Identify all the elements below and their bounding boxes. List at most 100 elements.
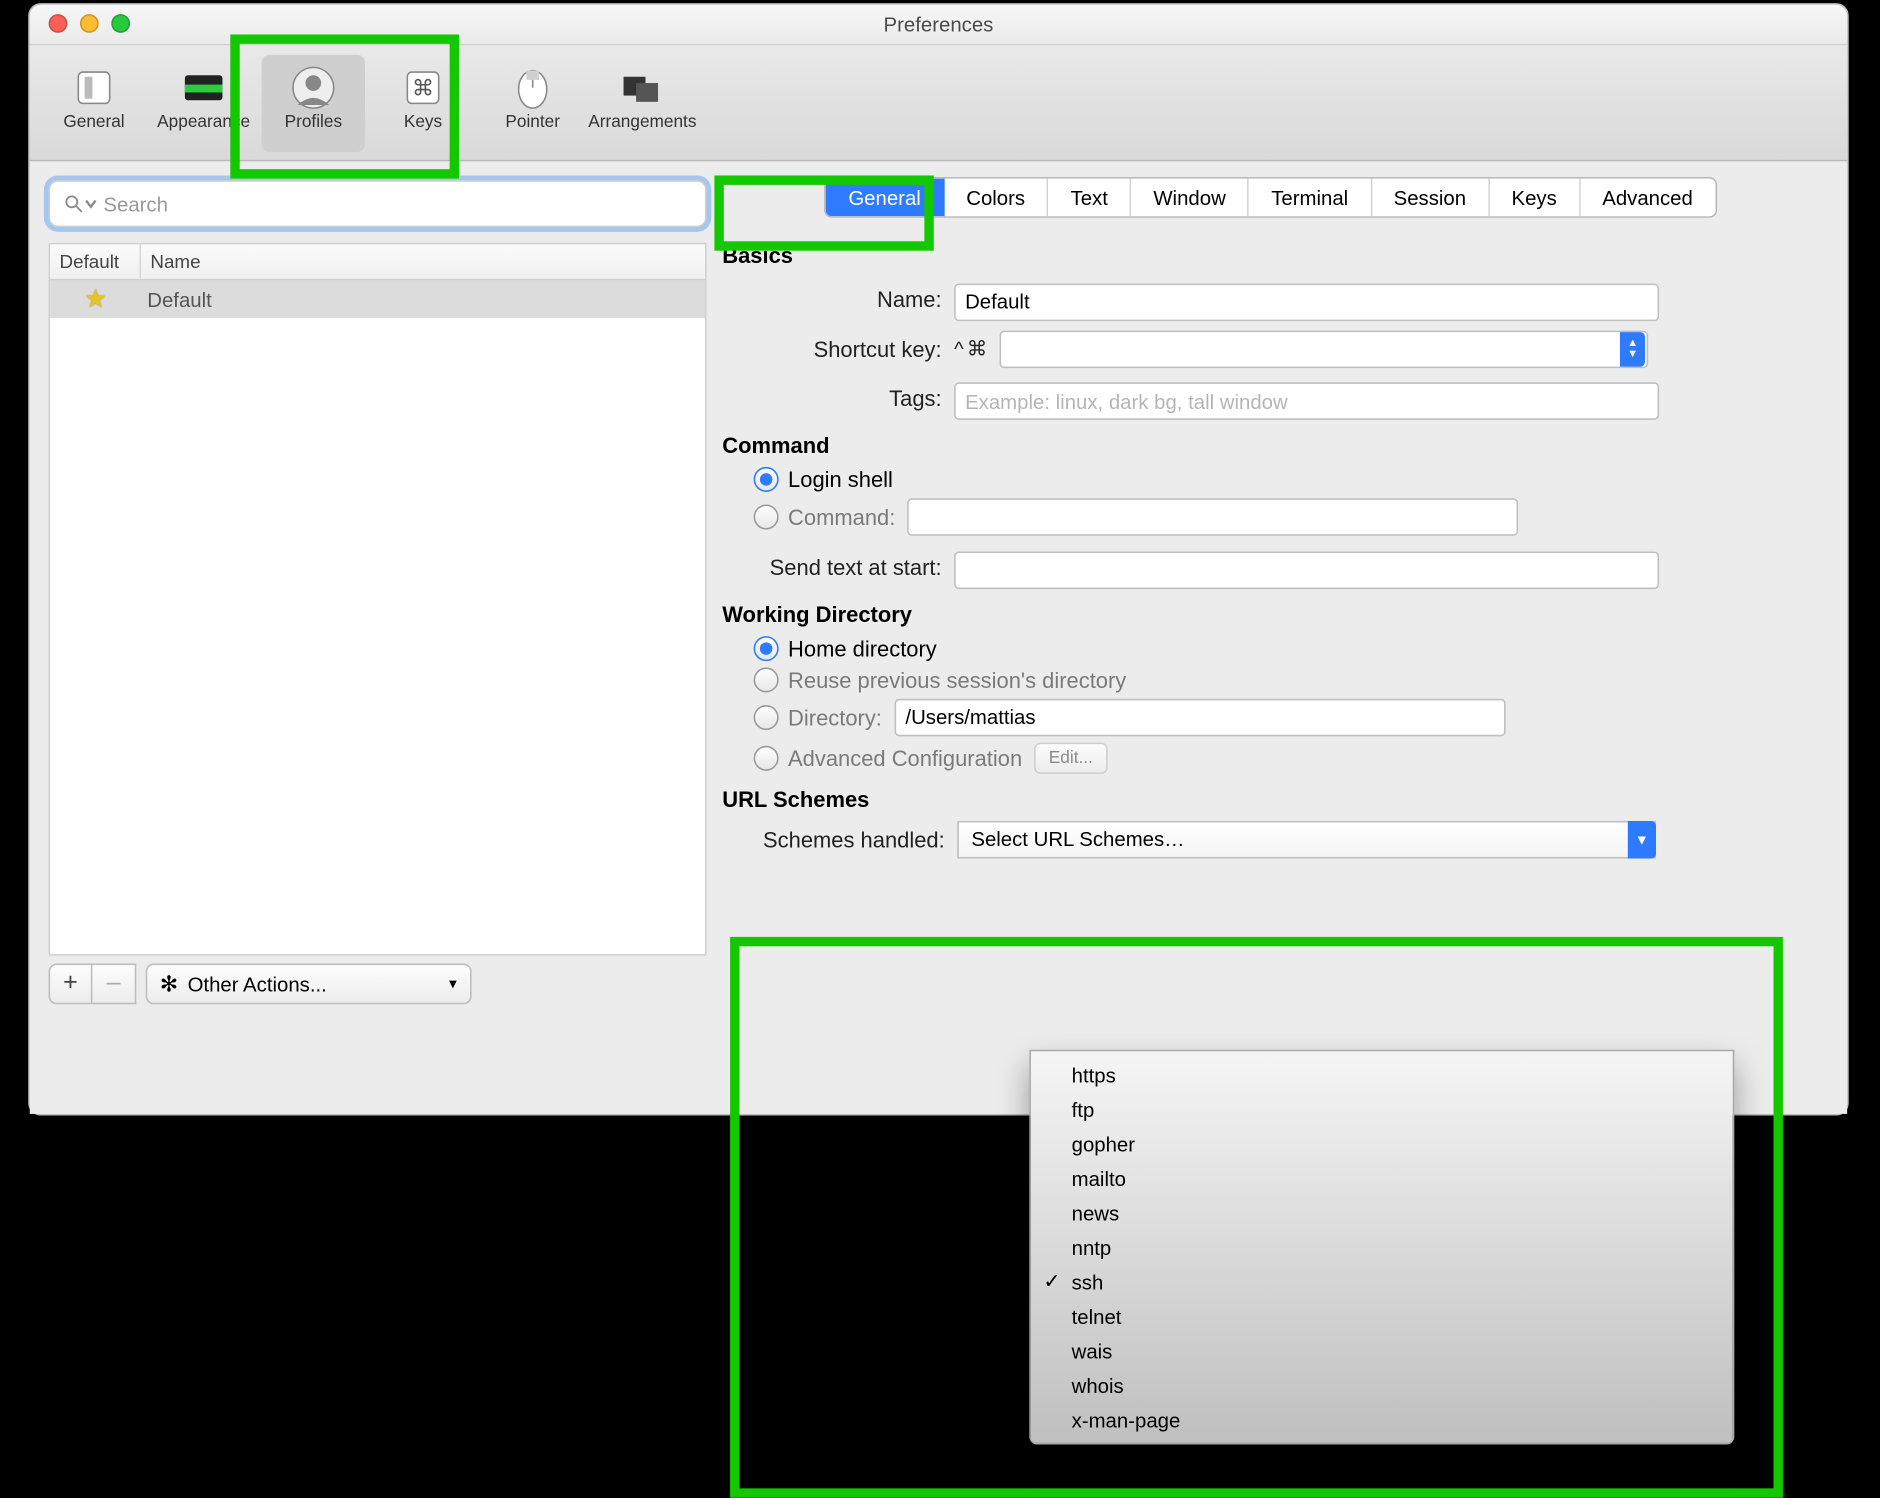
radio-icon: [754, 667, 779, 692]
command-label: Command:: [788, 504, 895, 529]
custom-dir-radio[interactable]: Directory:: [754, 698, 1822, 736]
url-schemes-select[interactable]: Select URL Schemes… ▼: [957, 820, 1656, 858]
profile-row[interactable]: ★ Default: [50, 280, 705, 318]
toolbar-pointer[interactable]: Pointer: [481, 55, 584, 152]
titlebar: Preferences: [30, 5, 1847, 46]
scheme-option-telnet[interactable]: telnet: [1031, 1299, 1733, 1333]
window-controls: [49, 14, 130, 33]
scheme-label: ftp: [1072, 1097, 1095, 1121]
appearance-icon: [177, 61, 230, 114]
custom-dir-label: Directory:: [788, 704, 882, 729]
add-profile-button[interactable]: +: [49, 964, 93, 1005]
scheme-option-wais[interactable]: wais: [1031, 1333, 1733, 1367]
gear-icon: ✻: [160, 971, 178, 998]
profiles-table: Default Name ★ Default: [49, 243, 707, 956]
close-window-button[interactable]: [49, 14, 68, 33]
schemes-label: Schemes handled:: [694, 826, 957, 851]
profile-tabs: GeneralColorsTextWindowTerminalSessionKe…: [825, 177, 1717, 218]
command-input[interactable]: [908, 498, 1519, 536]
chevron-down-icon: ▼: [1628, 820, 1656, 858]
other-actions-label: Other Actions...: [188, 972, 327, 996]
scheme-label: wais: [1072, 1339, 1113, 1363]
toolbar-label: Appearance: [157, 113, 250, 132]
edit-advanced-button: Edit...: [1035, 742, 1107, 773]
scheme-option-x-man-page[interactable]: x-man-page: [1031, 1402, 1733, 1436]
other-actions-menu[interactable]: ✻ Other Actions... ▾: [146, 964, 471, 1005]
toolbar-label: Keys: [404, 113, 442, 132]
toolbar-keys[interactable]: ⌘ Keys: [371, 55, 474, 152]
col-name[interactable]: Name: [141, 244, 705, 278]
scheme-option-ssh[interactable]: ✓ssh: [1031, 1264, 1733, 1298]
home-dir-label: Home directory: [788, 635, 937, 660]
advanced-config-label: Advanced Configuration: [788, 745, 1022, 770]
stepper-icon: ▲▼: [1620, 331, 1645, 365]
preferences-window: Preferences General Appearance Profiles ⌘ Ke…: [28, 3, 1849, 1115]
section-basics-title: Basics: [722, 243, 1822, 268]
remove-profile-button: –: [92, 964, 136, 1005]
col-default[interactable]: Default: [50, 244, 141, 278]
shortcut-label: Shortcut key:: [719, 336, 954, 361]
tags-input[interactable]: [954, 382, 1659, 420]
profile-name: Default: [141, 287, 705, 311]
scheme-option-mailto[interactable]: mailto: [1031, 1161, 1733, 1195]
scheme-option-https[interactable]: https: [1031, 1058, 1733, 1092]
tab-colors[interactable]: Colors: [944, 179, 1048, 217]
radio-icon: [754, 504, 779, 529]
tab-text[interactable]: Text: [1049, 179, 1132, 217]
tab-terminal[interactable]: Terminal: [1249, 179, 1371, 217]
sendtext-label: Send text at start:: [719, 554, 954, 579]
scheme-option-nntp[interactable]: nntp: [1031, 1230, 1733, 1264]
scheme-label: mailto: [1072, 1166, 1126, 1190]
sendtext-input[interactable]: [954, 551, 1659, 589]
scheme-option-gopher[interactable]: gopher: [1031, 1126, 1733, 1160]
chevron-down-icon: [85, 193, 98, 215]
scheme-label: news: [1072, 1201, 1120, 1225]
tab-keys[interactable]: Keys: [1490, 179, 1581, 217]
section-urlschemes-title: URL Schemes: [722, 786, 1822, 811]
profile-name-input[interactable]: [954, 283, 1659, 321]
star-icon: ★: [84, 284, 106, 315]
scheme-option-ftp[interactable]: ftp: [1031, 1092, 1733, 1126]
command-radio[interactable]: Command:: [754, 498, 1822, 536]
advanced-config-radio[interactable]: Advanced Configuration Edit...: [754, 742, 1822, 773]
directory-input[interactable]: [894, 698, 1505, 736]
login-shell-radio[interactable]: Login shell: [754, 467, 1822, 492]
url-schemes-placeholder: Select URL Schemes…: [971, 827, 1184, 851]
keys-icon: ⌘: [396, 61, 449, 114]
toolbar-label: Profiles: [285, 113, 342, 132]
search-input[interactable]: [97, 192, 692, 216]
minimize-window-button[interactable]: [80, 14, 99, 33]
toolbar-arrangements[interactable]: Arrangements: [591, 55, 694, 152]
profiles-table-body: ★ Default: [50, 280, 705, 954]
section-workingdir-title: Working Directory: [722, 601, 1822, 626]
profiles-footer: + – ✻ Other Actions... ▾: [49, 962, 707, 1006]
profiles-search[interactable]: [49, 180, 707, 227]
toolbar-label: General: [63, 113, 124, 132]
chevron-down-icon: ▾: [449, 975, 457, 992]
check-icon: ✓: [1043, 1269, 1060, 1294]
scheme-label: telnet: [1072, 1304, 1122, 1328]
scheme-option-news[interactable]: news: [1031, 1195, 1733, 1229]
tags-label: Tags:: [719, 386, 954, 411]
zoom-window-button[interactable]: [111, 14, 130, 33]
preferences-toolbar: General Appearance Profiles ⌘ Keys PointerArr…: [30, 45, 1847, 161]
toolbar-profiles[interactable]: Profiles: [262, 55, 365, 152]
home-dir-radio[interactable]: Home directory: [754, 635, 1822, 660]
scheme-label: nntp: [1072, 1235, 1112, 1259]
url-schemes-menu[interactable]: https ftp gopher mailto news nntp ✓ssh telnet wa…: [1029, 1050, 1734, 1445]
scheme-label: x-man-page: [1072, 1408, 1181, 1432]
tab-advanced[interactable]: Advanced: [1580, 179, 1714, 217]
toolbar-appearance[interactable]: Appearance: [152, 55, 255, 152]
tab-session[interactable]: Session: [1372, 179, 1490, 217]
toolbar-general[interactable]: General: [42, 55, 145, 152]
scheme-option-whois[interactable]: whois: [1031, 1368, 1733, 1402]
scheme-label: gopher: [1072, 1132, 1135, 1156]
toolbar-label: Arrangements: [588, 113, 696, 132]
radio-icon: [754, 704, 779, 729]
tab-general[interactable]: General: [826, 179, 944, 217]
shortcut-key-combo[interactable]: ▲▼: [1000, 330, 1649, 368]
scheme-label: whois: [1072, 1373, 1124, 1397]
reuse-dir-radio[interactable]: Reuse previous session's directory: [754, 667, 1822, 692]
svg-text:⌘: ⌘: [412, 76, 434, 101]
tab-window[interactable]: Window: [1131, 179, 1249, 217]
